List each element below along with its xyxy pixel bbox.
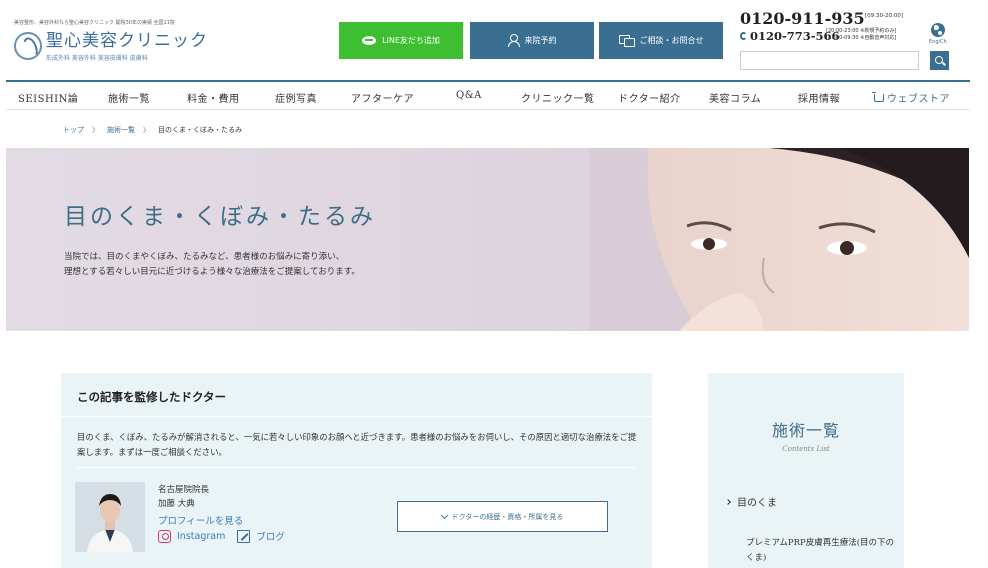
- doctor-career-button-label: ドクターの経歴・資格・所属を見る: [451, 512, 564, 521]
- doctor-profile-link[interactable]: プロフィールを見る: [158, 513, 243, 527]
- site-logo[interactable]: 聖心美容クリニック 形成外科 美容外科 美容皮膚科 皮膚科: [14, 32, 208, 62]
- globe-icon[interactable]: [931, 23, 945, 37]
- breadcrumb-separator: 〉: [92, 126, 99, 134]
- breadcrumb-separator: 〉: [143, 126, 150, 134]
- language-label[interactable]: Eng/Ch: [929, 39, 947, 45]
- phone-main-hours: [09:30-20:00]: [865, 13, 903, 19]
- nav-item-clinics[interactable]: クリニック一覧: [521, 90, 595, 105]
- nav-item-case-photos[interactable]: 症例写真: [275, 90, 317, 105]
- line-button-label: LINE友だち追加: [382, 36, 440, 45]
- phone-sub-hours: [20:00-23:00 ※新規予約のみ] [23:00-09:30 ※自動音声…: [826, 28, 896, 42]
- search-icon: [934, 55, 943, 64]
- breadcrumb-home[interactable]: トップ: [63, 125, 84, 135]
- nav-item-recruit[interactable]: 採用情報: [798, 90, 840, 105]
- cart-icon: [872, 91, 884, 102]
- line-add-friend-button[interactable]: LINE友だち追加: [339, 22, 463, 59]
- nav-item-column[interactable]: 美容コラム: [709, 90, 761, 105]
- nav-item-aftercare[interactable]: アフターケア: [351, 90, 414, 105]
- treatment-list-sidebar: 施術一覧 Contents List 目のくま プレミアムPRP皮膚再生療法(目…: [708, 373, 904, 568]
- phone-sub-hours-line1: [20:00-23:00 ※新規予約のみ]: [826, 28, 897, 34]
- doctor-social-links: Instagram ブログ: [158, 529, 285, 543]
- blog-icon[interactable]: [237, 529, 251, 543]
- person-icon: [507, 34, 520, 47]
- divider: [77, 467, 636, 468]
- hero-description-line1: 当院では、目のくまやくぼみ、たるみなど、患者様のお悩みに寄り添い、: [64, 252, 345, 262]
- sidebar-category-label: 目のくま: [737, 498, 777, 509]
- divider: [61, 416, 652, 417]
- consult-button-label: ご相談・お問合せ: [639, 36, 704, 45]
- doctor-clinic: 名古屋院院長: [158, 485, 210, 495]
- sidebar-category-eye-bags[interactable]: 目のくま: [725, 494, 777, 509]
- supervising-doctor-heading: この記事を監修したドクター: [77, 390, 227, 404]
- supervising-doctor-text: 目のくま、くぼみ、たるみが解消されると、一気に若々しい印象のお顔へと近づきます。…: [77, 432, 637, 457]
- phone-sub-hours-line2: [23:00-09:30 ※自動音声対応]: [826, 35, 897, 41]
- global-nav: SEISHIN論 施術一覧 料金・費用 症例写真 アフターケア Q&A クリニッ…: [6, 80, 970, 110]
- hero-title: 目のくま・くぼみ・たるみ: [64, 204, 376, 230]
- sidebar-title: 施術一覧: [771, 421, 840, 440]
- doctor-photo: [75, 482, 145, 552]
- hero-description: 当院では、目のくまやくぼみ、たるみなど、患者様のお悩みに寄り添い、 理想とする若…: [64, 250, 360, 280]
- sidebar-subtitle: Contents List: [782, 445, 830, 453]
- doctor-career-button[interactable]: ドクターの経歴・資格・所属を見る: [397, 501, 608, 532]
- visit-reservation-button[interactable]: 来院予約: [470, 22, 594, 59]
- nav-item-seishin[interactable]: SEISHIN論: [18, 90, 78, 105]
- chat-icon: [618, 35, 635, 47]
- chevron-down-icon: [440, 511, 448, 519]
- logo-sub: 形成外科 美容外科 美容皮膚科 皮膚科: [46, 55, 148, 62]
- breadcrumb-current: 目のくま・くぼみ・たるみ: [158, 126, 242, 134]
- instagram-link[interactable]: Instagram: [177, 531, 225, 542]
- nav-item-pricing[interactable]: 料金・費用: [187, 90, 240, 105]
- nav-item-treatments[interactable]: 施術一覧: [108, 90, 150, 105]
- consult-inquiry-button[interactable]: ご相談・お問合せ: [599, 22, 723, 59]
- supervising-doctor-card: この記事を監修したドクター 目のくま、くぼみ、たるみが解消されると、一気に若々し…: [61, 373, 652, 568]
- sidebar-item-prp[interactable]: プレミアムPRP皮膚再生療法(目の下のくま): [746, 536, 896, 566]
- site-header: 美容整形、美容外科なら聖心美容クリニック 開院30年の実績 全国11院 聖心美容…: [0, 0, 988, 80]
- chevron-right-icon: [725, 498, 731, 505]
- phone-main-number[interactable]: 0120-911-935: [740, 9, 865, 28]
- doctor-name: 加藤 大典: [158, 499, 195, 509]
- logo-mark-icon: [14, 32, 42, 60]
- blog-link[interactable]: ブログ: [256, 529, 285, 543]
- webstore-label: ウェブストア: [887, 94, 950, 105]
- breadcrumb-treatments[interactable]: 施術一覧: [107, 125, 135, 135]
- search-button[interactable]: [930, 51, 949, 70]
- nav-item-webstore[interactable]: ウェブストア: [872, 90, 950, 105]
- visit-button-label: 来院予約: [524, 36, 557, 45]
- hero-model-image: [589, 148, 969, 331]
- logo-name: 聖心美容クリニック: [46, 31, 208, 51]
- header-tagline: 美容整形、美容外科なら聖心美容クリニック 開院30年の実績 全国11院: [14, 20, 175, 26]
- hero-banner: 目のくま・くぼみ・たるみ 当院では、目のくまやくぼみ、たるみなど、患者様のお悩み…: [6, 148, 969, 331]
- phone-icon: [740, 32, 747, 40]
- nav-item-qa[interactable]: Q&A: [456, 90, 482, 101]
- hero-description-line2: 理想とする若々しい目元に近づけるよう様々な治療法をご提案しております。: [64, 267, 360, 277]
- line-icon: [362, 36, 377, 45]
- instagram-icon[interactable]: [158, 529, 171, 543]
- search-input[interactable]: [740, 51, 919, 70]
- breadcrumb: トップ 〉 施術一覧 〉 目のくま・くぼみ・たるみ: [63, 125, 242, 135]
- nav-item-doctors[interactable]: ドクター紹介: [618, 90, 681, 105]
- phone-sub[interactable]: 0120-773-566: [740, 29, 840, 43]
